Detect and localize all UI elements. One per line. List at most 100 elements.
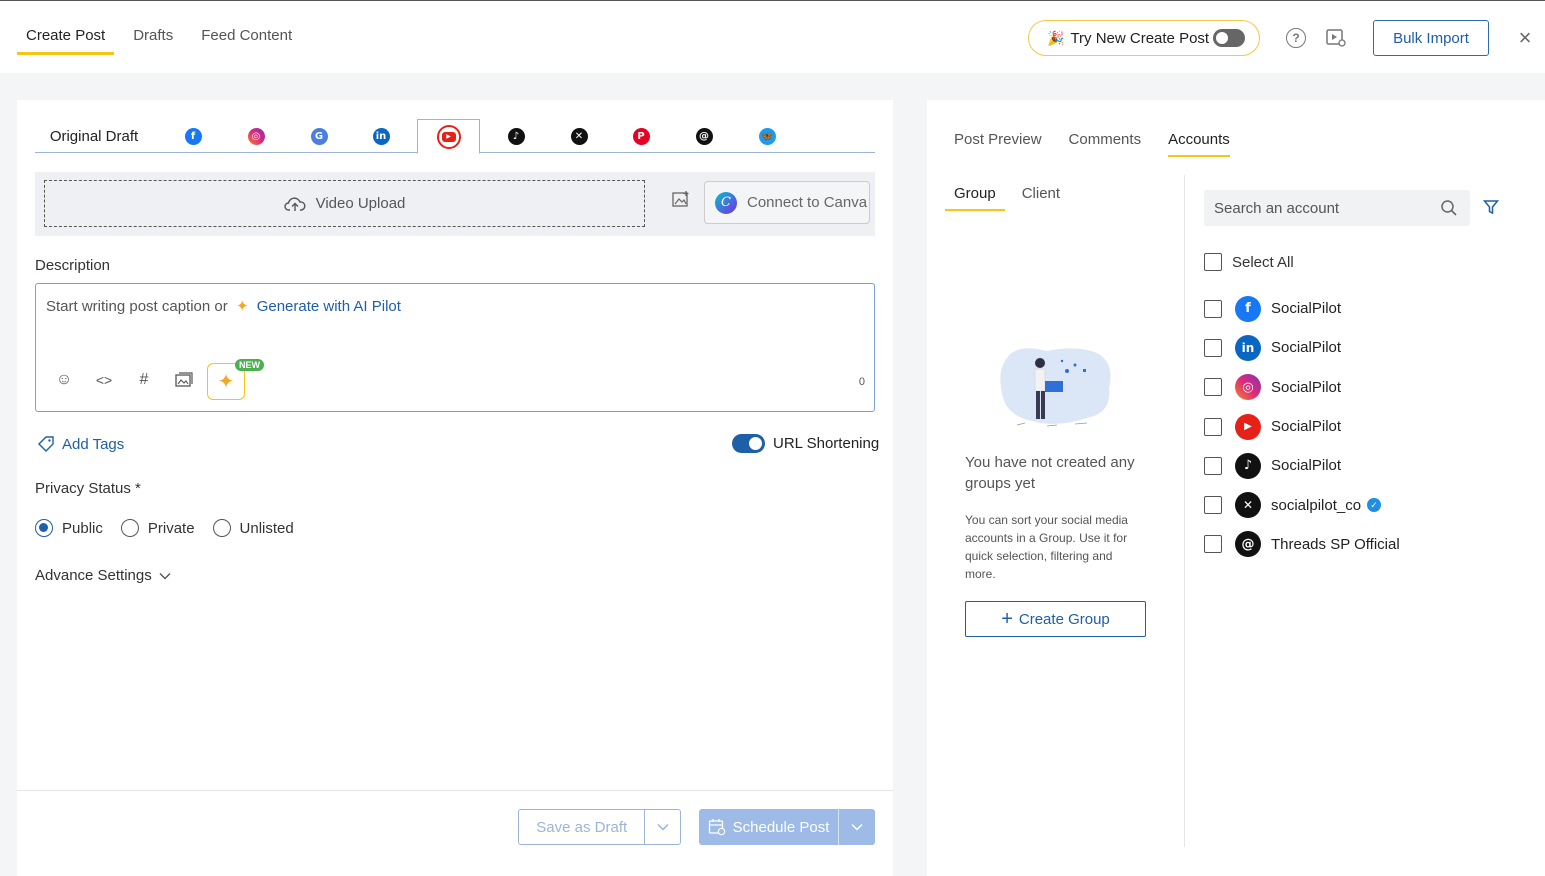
tab-facebook[interactable]: f (183, 119, 203, 153)
filter-icon[interactable] (1483, 199, 1499, 215)
schedule-post-button[interactable]: Schedule Post (699, 818, 838, 836)
tab-create-post[interactable]: Create Post (17, 27, 115, 55)
checkbox[interactable] (1204, 417, 1222, 436)
facebook-icon: f (1235, 295, 1261, 322)
tab-youtube[interactable]: ▶ (417, 119, 480, 154)
plus-icon: + (1001, 607, 1013, 630)
account-name: SocialPilot (1271, 378, 1342, 396)
save-draft-dropdown[interactable] (644, 810, 680, 844)
account-row[interactable]: in SocialPilot (1204, 328, 1400, 367)
account-row[interactable]: ▶ SocialPilot (1204, 407, 1400, 446)
advance-settings-toggle[interactable]: Advance Settings (35, 567, 171, 584)
verified-badge-icon: ✓ (1367, 498, 1382, 513)
account-name: socialpilot_co (1271, 496, 1362, 514)
tab-post-preview[interactable]: Post Preview (954, 131, 1042, 157)
checkbox[interactable] (1204, 378, 1222, 397)
tab-feed-content[interactable]: Feed Content (192, 27, 301, 55)
top-bar: Create Post Drafts Feed Content 🎉 Try Ne… (0, 0, 1545, 73)
tab-drafts[interactable]: Drafts (124, 27, 182, 55)
top-tabs: Create Post Drafts Feed Content (17, 27, 311, 55)
save-draft-button[interactable]: Save as Draft (519, 819, 644, 836)
instagram-icon: ◎ (247, 127, 265, 145)
account-row[interactable]: @ Threads SP Official (1204, 525, 1400, 564)
add-tags-label: Add Tags (62, 435, 125, 453)
url-shortening-toggle[interactable] (732, 434, 765, 453)
threads-icon: @ (1235, 531, 1261, 558)
tab-comments[interactable]: Comments (1069, 131, 1142, 157)
add-image-icon[interactable] (672, 190, 690, 208)
footer-divider (17, 790, 893, 791)
add-tags-button[interactable]: Add Tags (37, 435, 124, 453)
editor-toolbar: ☺ <> # (54, 370, 214, 390)
close-icon[interactable]: × (1516, 27, 1534, 49)
checkbox[interactable] (1204, 456, 1222, 475)
radio-label: Public (62, 519, 103, 537)
schedule-label: Schedule Post (732, 818, 830, 836)
description-placeholder: Start writing post caption or ✦ Generate… (46, 297, 401, 315)
radio-unlisted[interactable]: Unlisted (212, 519, 294, 537)
radio-public[interactable]: Public (35, 519, 103, 537)
youtube-icon: ▶ (1235, 413, 1261, 440)
create-group-button[interactable]: + Create Group (965, 601, 1146, 637)
schedule-dropdown[interactable] (838, 809, 875, 845)
emoji-icon[interactable]: ☺ (54, 370, 74, 390)
bulk-import-button[interactable]: Bulk Import (1373, 20, 1489, 56)
tab-original-draft[interactable]: Original Draft (35, 119, 153, 153)
radio-private[interactable]: Private (120, 519, 195, 537)
try-new-switch[interactable] (1213, 29, 1245, 47)
hashtag-icon[interactable]: # (134, 370, 154, 390)
try-new-create-post-toggle[interactable]: 🎉 Try New Create Post (1028, 20, 1260, 56)
ai-sparkle-icon: ✦ (217, 371, 235, 393)
party-icon: 🎉 (1047, 29, 1065, 46)
chevron-down-icon (657, 823, 669, 831)
select-all-checkbox[interactable]: Select All (1204, 253, 1294, 271)
tab-accounts[interactable]: Accounts (1168, 131, 1230, 157)
description-editor[interactable]: Start writing post caption or ✦ Generate… (35, 283, 875, 412)
linkedin-icon: in (1235, 334, 1261, 361)
radio-circle (120, 519, 139, 537)
account-row[interactable]: ♪ SocialPilot (1204, 446, 1400, 485)
checkbox[interactable] (1204, 299, 1222, 318)
account-row[interactable]: ◎ SocialPilot (1204, 368, 1400, 407)
account-row[interactable]: f SocialPilot (1204, 289, 1400, 328)
tab-group[interactable]: Group (945, 185, 1005, 211)
tab-google-business[interactable]: G (309, 119, 329, 153)
url-shortening-label: URL Shortening (773, 435, 880, 452)
network-tabs: Original Draft f ◎ G in ▶ ♪ ✕ P @ 🦋 (35, 119, 875, 154)
account-list: f SocialPilot in SocialPilot ◎ SocialPil… (1204, 289, 1400, 564)
canva-label: Connect to Canva (747, 194, 868, 211)
video-upload-dropzone[interactable]: Video Upload (44, 180, 645, 227)
tab-x[interactable]: ✕ (569, 119, 589, 153)
tab-instagram[interactable]: ◎ (246, 119, 266, 153)
select-all-label: Select All (1232, 253, 1294, 271)
placeholder-text: Start writing post caption or (46, 298, 228, 315)
canva-icon: C (715, 191, 737, 214)
checkbox[interactable] (1204, 535, 1222, 554)
video-tutorial-icon[interactable] (1326, 29, 1346, 47)
checkbox[interactable] (1204, 338, 1222, 357)
media-library-icon[interactable] (174, 370, 194, 390)
account-name: SocialPilot (1271, 457, 1342, 475)
empty-groups-title: You have not created any groups yet (965, 454, 1135, 492)
account-search-input[interactable]: Search an account (1204, 190, 1470, 226)
tab-client[interactable]: Client (1013, 185, 1069, 211)
search-icon[interactable] (1440, 199, 1458, 217)
tab-bluesky[interactable]: 🦋 (757, 119, 777, 153)
account-row[interactable]: ✕ socialpilot_co ✓ (1204, 485, 1400, 524)
calendar-icon (708, 819, 725, 836)
checkbox[interactable] (1204, 253, 1222, 271)
save-draft-group: Save as Draft (518, 809, 681, 845)
help-icon[interactable]: ? (1286, 28, 1306, 48)
radio-label: Private (147, 519, 195, 537)
tab-threads[interactable]: @ (694, 119, 714, 153)
tab-tiktok[interactable]: ♪ (506, 119, 526, 153)
tab-pinterest[interactable]: P (631, 119, 651, 153)
tiktok-icon: ♪ (507, 127, 525, 145)
connect-canva-button[interactable]: C Connect to Canva (704, 181, 870, 224)
checkbox[interactable] (1204, 496, 1222, 515)
code-icon[interactable]: <> (94, 370, 114, 390)
google-business-icon: G (310, 127, 328, 145)
tab-linkedin[interactable]: in (371, 119, 391, 153)
youtube-icon: ▶ (436, 124, 461, 149)
generate-ai-link[interactable]: Generate with AI Pilot (257, 298, 401, 315)
